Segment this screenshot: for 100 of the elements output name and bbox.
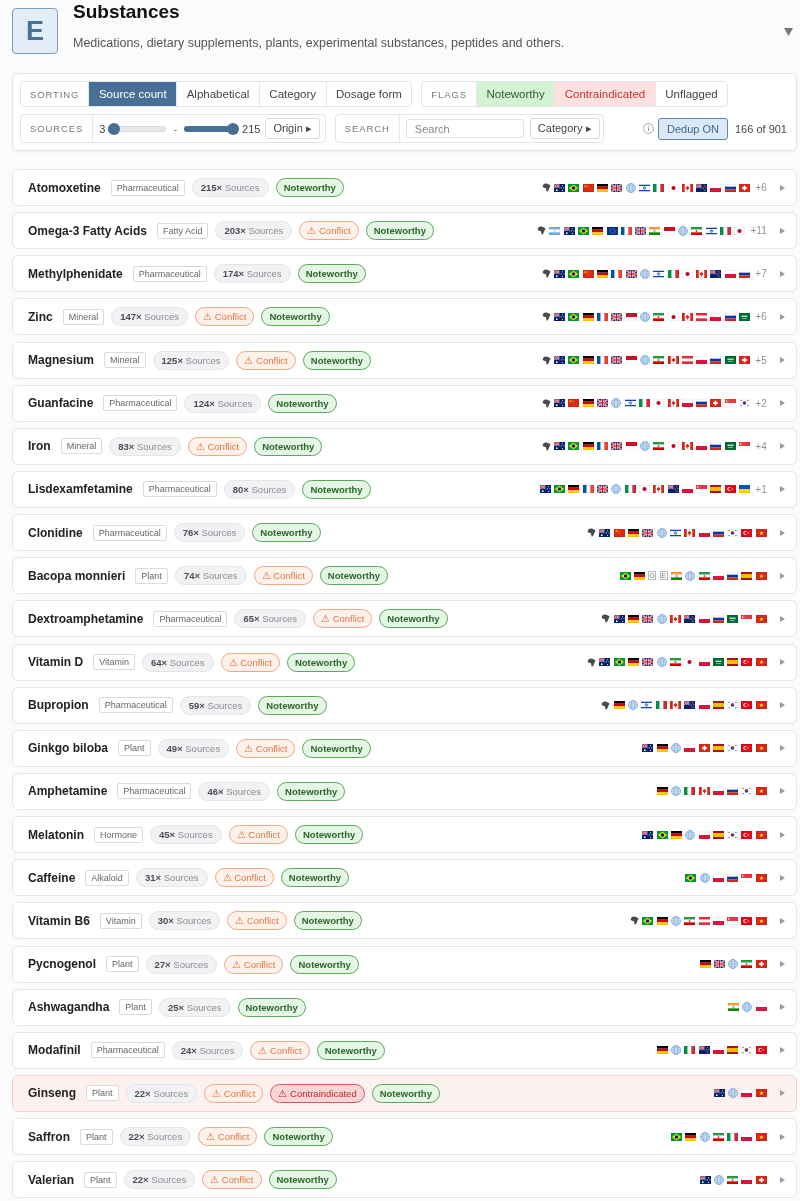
germany-flag-icon <box>656 744 668 753</box>
substance-row[interactable]: Bupropion Pharmaceutical 59× Sources Noteworthy <box>12 686 797 724</box>
substance-row[interactable]: Amphetamine Pharmaceutical 46× Sources Noteworthy <box>12 772 797 810</box>
russia-flag-icon <box>724 312 736 321</box>
substance-row[interactable]: Ashwagandha Plant 25× Sources Noteworthy <box>12 988 797 1026</box>
spain-flag-icon <box>712 701 724 710</box>
caret-right-icon[interactable] <box>780 1176 785 1183</box>
caret-right-icon[interactable] <box>780 184 785 191</box>
france-flag-icon <box>597 312 609 321</box>
noteworthy-badge: Noteworthy <box>277 781 346 801</box>
caret-right-icon[interactable] <box>780 1004 785 1011</box>
substance-row[interactable]: Vitamin D Vitamin 64× Sources ⚠ Conflict Noteworthy <box>12 643 797 681</box>
substance-row[interactable]: Caffeine Alkaloid 31× Sources ⚠ Conflict Noteworthy <box>12 859 797 897</box>
caret-right-icon[interactable] <box>780 917 785 924</box>
substance-row[interactable]: Zinc Mineral 147× Sources ⚠ Conflict Noteworthy +6 <box>12 298 797 336</box>
brazil-flag-icon <box>685 873 697 882</box>
flag-filter-option[interactable]: Contraindicated <box>555 82 656 106</box>
indonesia-flag-icon <box>625 312 637 321</box>
africa-map-icon <box>587 528 597 538</box>
group-label: SOURCES <box>21 115 94 142</box>
category-tag: Plant <box>106 956 139 973</box>
united-kingdom-flag-icon <box>611 183 623 192</box>
caret-right-icon[interactable] <box>780 313 785 320</box>
substance-row[interactable]: Saffron Plant 22× Sources ⚠ Conflict Noteworthy <box>12 1118 797 1156</box>
substance-row[interactable]: Modafinil Pharmaceutical 24× Sources ⚠ Conflict Noteworthy <box>12 1031 797 1069</box>
more-count: +6 <box>755 311 767 323</box>
substance-row[interactable]: Iron Mineral 83× Sources ⚠ Conflict Noteworthy +4 <box>12 427 797 465</box>
info-icon[interactable] <box>643 123 654 134</box>
caret-down-icon[interactable] <box>784 28 793 36</box>
noteworthy-badge: Noteworthy <box>297 264 366 284</box>
caret-right-icon[interactable] <box>780 702 785 709</box>
caret-right-icon[interactable] <box>780 357 785 364</box>
russia-flag-icon <box>739 269 750 278</box>
caret-right-icon[interactable] <box>780 745 785 752</box>
iran-flag-icon <box>698 571 710 580</box>
caret-right-icon[interactable] <box>780 961 785 968</box>
range-slider[interactable] <box>184 122 240 135</box>
caret-right-icon[interactable] <box>780 615 785 622</box>
caret-right-icon[interactable] <box>780 831 785 838</box>
substance-row[interactable]: Atomoxetine Pharmaceutical 215× Sources Noteworthy +6 <box>12 169 797 206</box>
sort-option[interactable]: Source count <box>89 82 178 106</box>
substance-row[interactable]: Methylphenidate Pharmaceutical 174× Sources Noteworthy +7 <box>12 255 797 293</box>
france-flag-icon <box>597 356 609 365</box>
category-tag: Mineral <box>62 308 105 325</box>
substance-row[interactable]: Clonidine Pharmaceutical 76× Sources Noteworthy <box>12 514 797 552</box>
substance-row[interactable]: Omega-3 Fatty Acids Fatty Acid 203× Sources ⚠ Conflict Noteworthy +11 <box>12 212 797 250</box>
globe-icon <box>728 1088 739 1099</box>
caret-right-icon[interactable] <box>780 529 785 536</box>
caret-right-icon[interactable] <box>780 443 785 450</box>
flag-filter-option[interactable]: Noteworthy <box>477 82 556 106</box>
substance-row[interactable]: Dextroamphetamine Pharmaceutical 65× Sources ⚠ Conflict Noteworthy <box>12 600 797 638</box>
canada-flag-icon <box>681 442 693 451</box>
vietnam-flag-icon <box>755 830 767 839</box>
caret-right-icon[interactable] <box>780 874 785 881</box>
source-count-badge: 174× Sources <box>213 264 291 284</box>
spain-flag-icon <box>727 658 739 667</box>
search-field[interactable]: Search <box>405 119 524 138</box>
caret-right-icon[interactable] <box>780 1047 785 1054</box>
austria-flag-icon <box>696 312 708 321</box>
substance-row[interactable]: Ginkgo biloba Plant 49× Sources ⚠ Conflict Noteworthy <box>12 729 797 767</box>
caret-right-icon[interactable] <box>780 1133 785 1140</box>
category-button[interactable]: Category ▸ <box>529 118 600 139</box>
globe-icon <box>685 570 696 581</box>
caret-right-icon[interactable] <box>780 227 785 234</box>
substance-row[interactable]: Guanfacine Pharmaceutical 124× Sources Noteworthy +2 <box>12 384 797 422</box>
substance-row[interactable]: Magnesium Mineral 125× Sources ⚠ Conflict Noteworthy +5 <box>12 341 797 379</box>
source-count-badge: 22× Sources <box>125 1083 198 1103</box>
origin-button[interactable]: Origin ▸ <box>265 118 320 139</box>
australia-flag-icon <box>642 744 654 753</box>
saudi-arabia-flag-icon <box>727 614 739 623</box>
substance-row[interactable]: Lisdexamfetamine Pharmaceutical 80× Sources Noteworthy +1 <box>12 471 797 508</box>
south-korea-flag-icon <box>741 1046 753 1055</box>
caret-right-icon[interactable] <box>780 486 785 493</box>
caret-right-icon[interactable] <box>780 270 785 277</box>
canada-flag-icon <box>681 183 693 192</box>
caret-right-icon[interactable] <box>780 400 785 407</box>
category-tag: Vitamin <box>93 654 135 671</box>
germany-flag-icon <box>568 485 580 494</box>
substance-row[interactable]: Pycnogenol Plant 27× Sources ⚠ Conflict Noteworthy <box>12 945 797 983</box>
caret-right-icon[interactable] <box>780 788 785 795</box>
substance-row[interactable]: Valerian Plant 22× Sources ⚠ Conflict Noteworthy <box>12 1161 797 1199</box>
globe-icon <box>639 311 650 322</box>
dedup-toggle[interactable]: Dedup ON <box>658 117 728 140</box>
vietnam-flag-icon <box>755 787 767 796</box>
substance-row[interactable]: Vitamin B6 Vitamin 30× Sources ⚠ Conflict Noteworthy <box>12 902 797 940</box>
iran-flag-icon <box>712 1132 724 1141</box>
caret-right-icon[interactable] <box>780 659 785 666</box>
substance-row[interactable]: Melatonin Hormone 45× Sources ⚠ Conflict Noteworthy <box>12 816 797 854</box>
australia-flag-icon <box>563 226 575 235</box>
category-tag: Pharmaceutical <box>90 1042 165 1059</box>
caret-right-icon[interactable] <box>780 1090 785 1097</box>
noteworthy-badge: Noteworthy <box>268 1170 337 1190</box>
caret-right-icon[interactable] <box>780 572 785 579</box>
poland-flag-icon <box>755 1003 767 1012</box>
new-zealand-flag-icon <box>684 701 696 710</box>
substance-row[interactable]: Ginseng Plant 22× Sources ⚠ Conflict ⚠ Contraindicated Noteworthy <box>12 1074 797 1112</box>
noteworthy-badge: Noteworthy <box>365 221 434 241</box>
saudi-arabia-flag-icon <box>724 442 736 451</box>
italy-flag-icon <box>655 701 667 710</box>
united-kingdom-flag-icon <box>597 399 609 408</box>
